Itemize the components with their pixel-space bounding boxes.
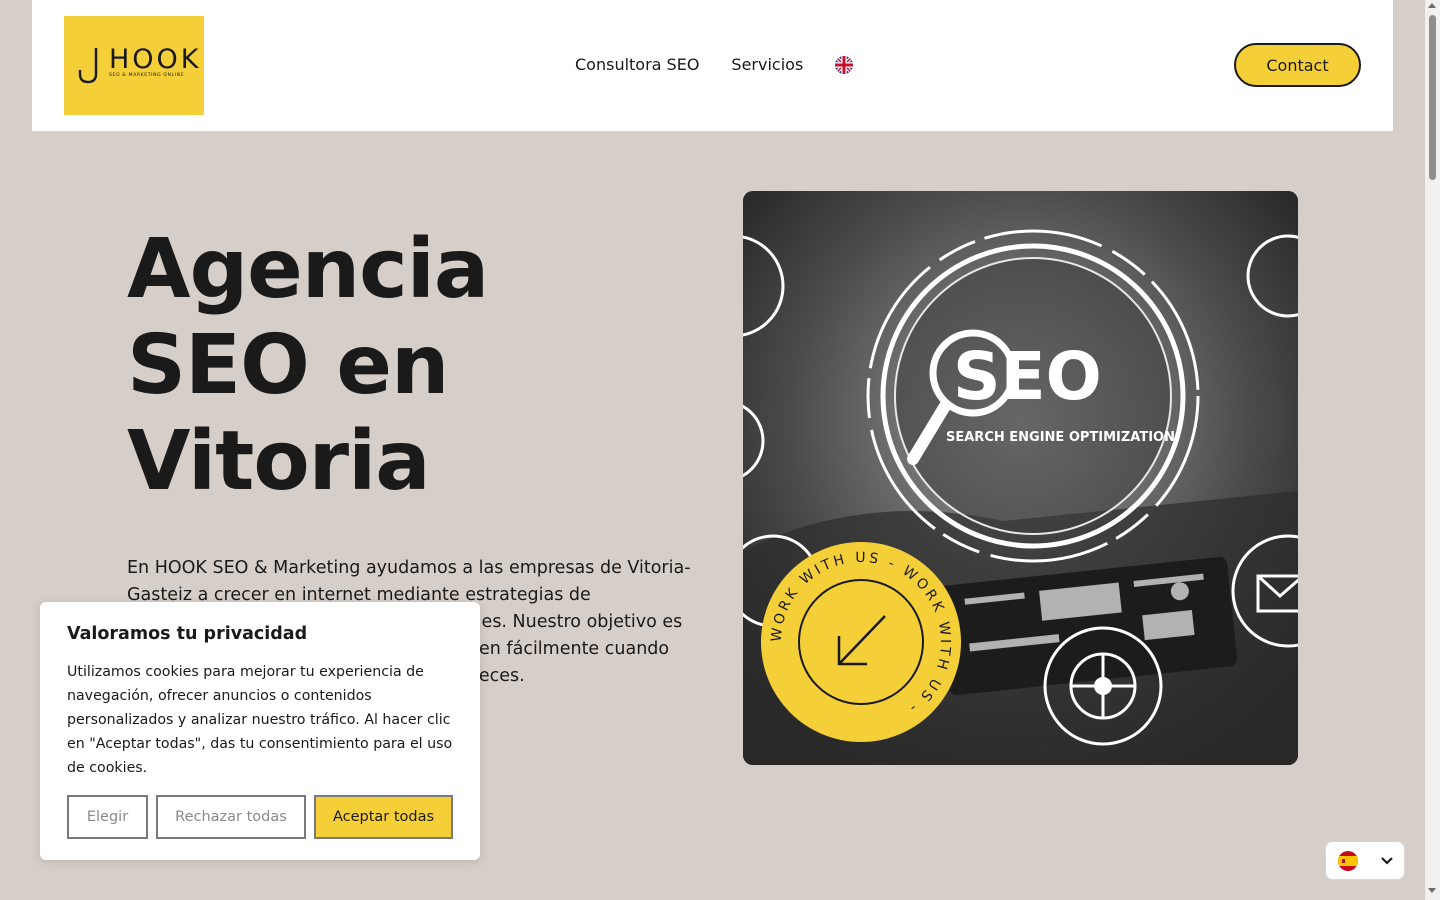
uk-flag-icon[interactable] <box>835 55 854 74</box>
nav-consultora-seo[interactable]: Consultora SEO <box>575 55 699 74</box>
logo-wordmark: HOOK <box>109 44 202 75</box>
main-nav: Consultora SEO Servicios <box>575 55 854 74</box>
cookie-title: Valoramos tu privacidad <box>67 624 308 644</box>
cookie-buttons: Elegir Rechazar todas Aceptar todas <box>67 795 461 839</box>
site-header: HOOK SEO & MARKETING ONLINE Consultora S… <box>32 0 1393 131</box>
page-title: Agencia SEO en Vitoria <box>127 222 547 510</box>
es-flag-icon <box>1338 850 1358 871</box>
cookie-body: Utilizamos cookies para mejorar tu exper… <box>67 664 453 776</box>
reject-all-cookies-button[interactable]: Rechazar todas <box>156 795 306 839</box>
choose-cookies-button[interactable]: Elegir <box>67 795 148 839</box>
seo-hero-image: SEO SEARCH ENGINE OPTIMIZATION WORK WITH… <box>743 191 1298 765</box>
nav-servicios[interactable]: Servicios <box>731 55 803 74</box>
seo-text: SEO <box>953 338 1102 415</box>
language-switcher[interactable] <box>1325 841 1405 880</box>
seo-illustration: SEO SEARCH ENGINE OPTIMIZATION WORK WITH… <box>743 191 1298 765</box>
page-scrollbar[interactable] <box>1425 0 1440 900</box>
scroll-up-arrow-icon[interactable] <box>1428 3 1436 8</box>
chevron-down-icon <box>1381 856 1393 865</box>
work-with-us-badge[interactable]: WORK WITH US - WORK WITH US - <box>761 542 961 742</box>
seo-caption: SEARCH ENGINE OPTIMIZATION <box>946 430 1175 445</box>
title-line-3: Vitoria <box>127 414 431 509</box>
accept-all-cookies-button[interactable]: Aceptar todas <box>314 795 453 839</box>
scrollbar-thumb[interactable] <box>1429 15 1436 180</box>
cookie-consent-banner: Valoramos tu privacidad Utilizamos cooki… <box>40 602 480 860</box>
hook-logo[interactable]: HOOK SEO & MARKETING ONLINE <box>64 16 204 115</box>
scroll-down-arrow-icon[interactable] <box>1428 888 1436 893</box>
logo-tagline: SEO & MARKETING ONLINE <box>109 73 185 78</box>
title-line-1: Agencia <box>127 222 489 317</box>
title-line-2: SEO en <box>127 318 449 413</box>
hook-icon <box>78 48 98 84</box>
contact-button[interactable]: Contact <box>1234 43 1361 87</box>
